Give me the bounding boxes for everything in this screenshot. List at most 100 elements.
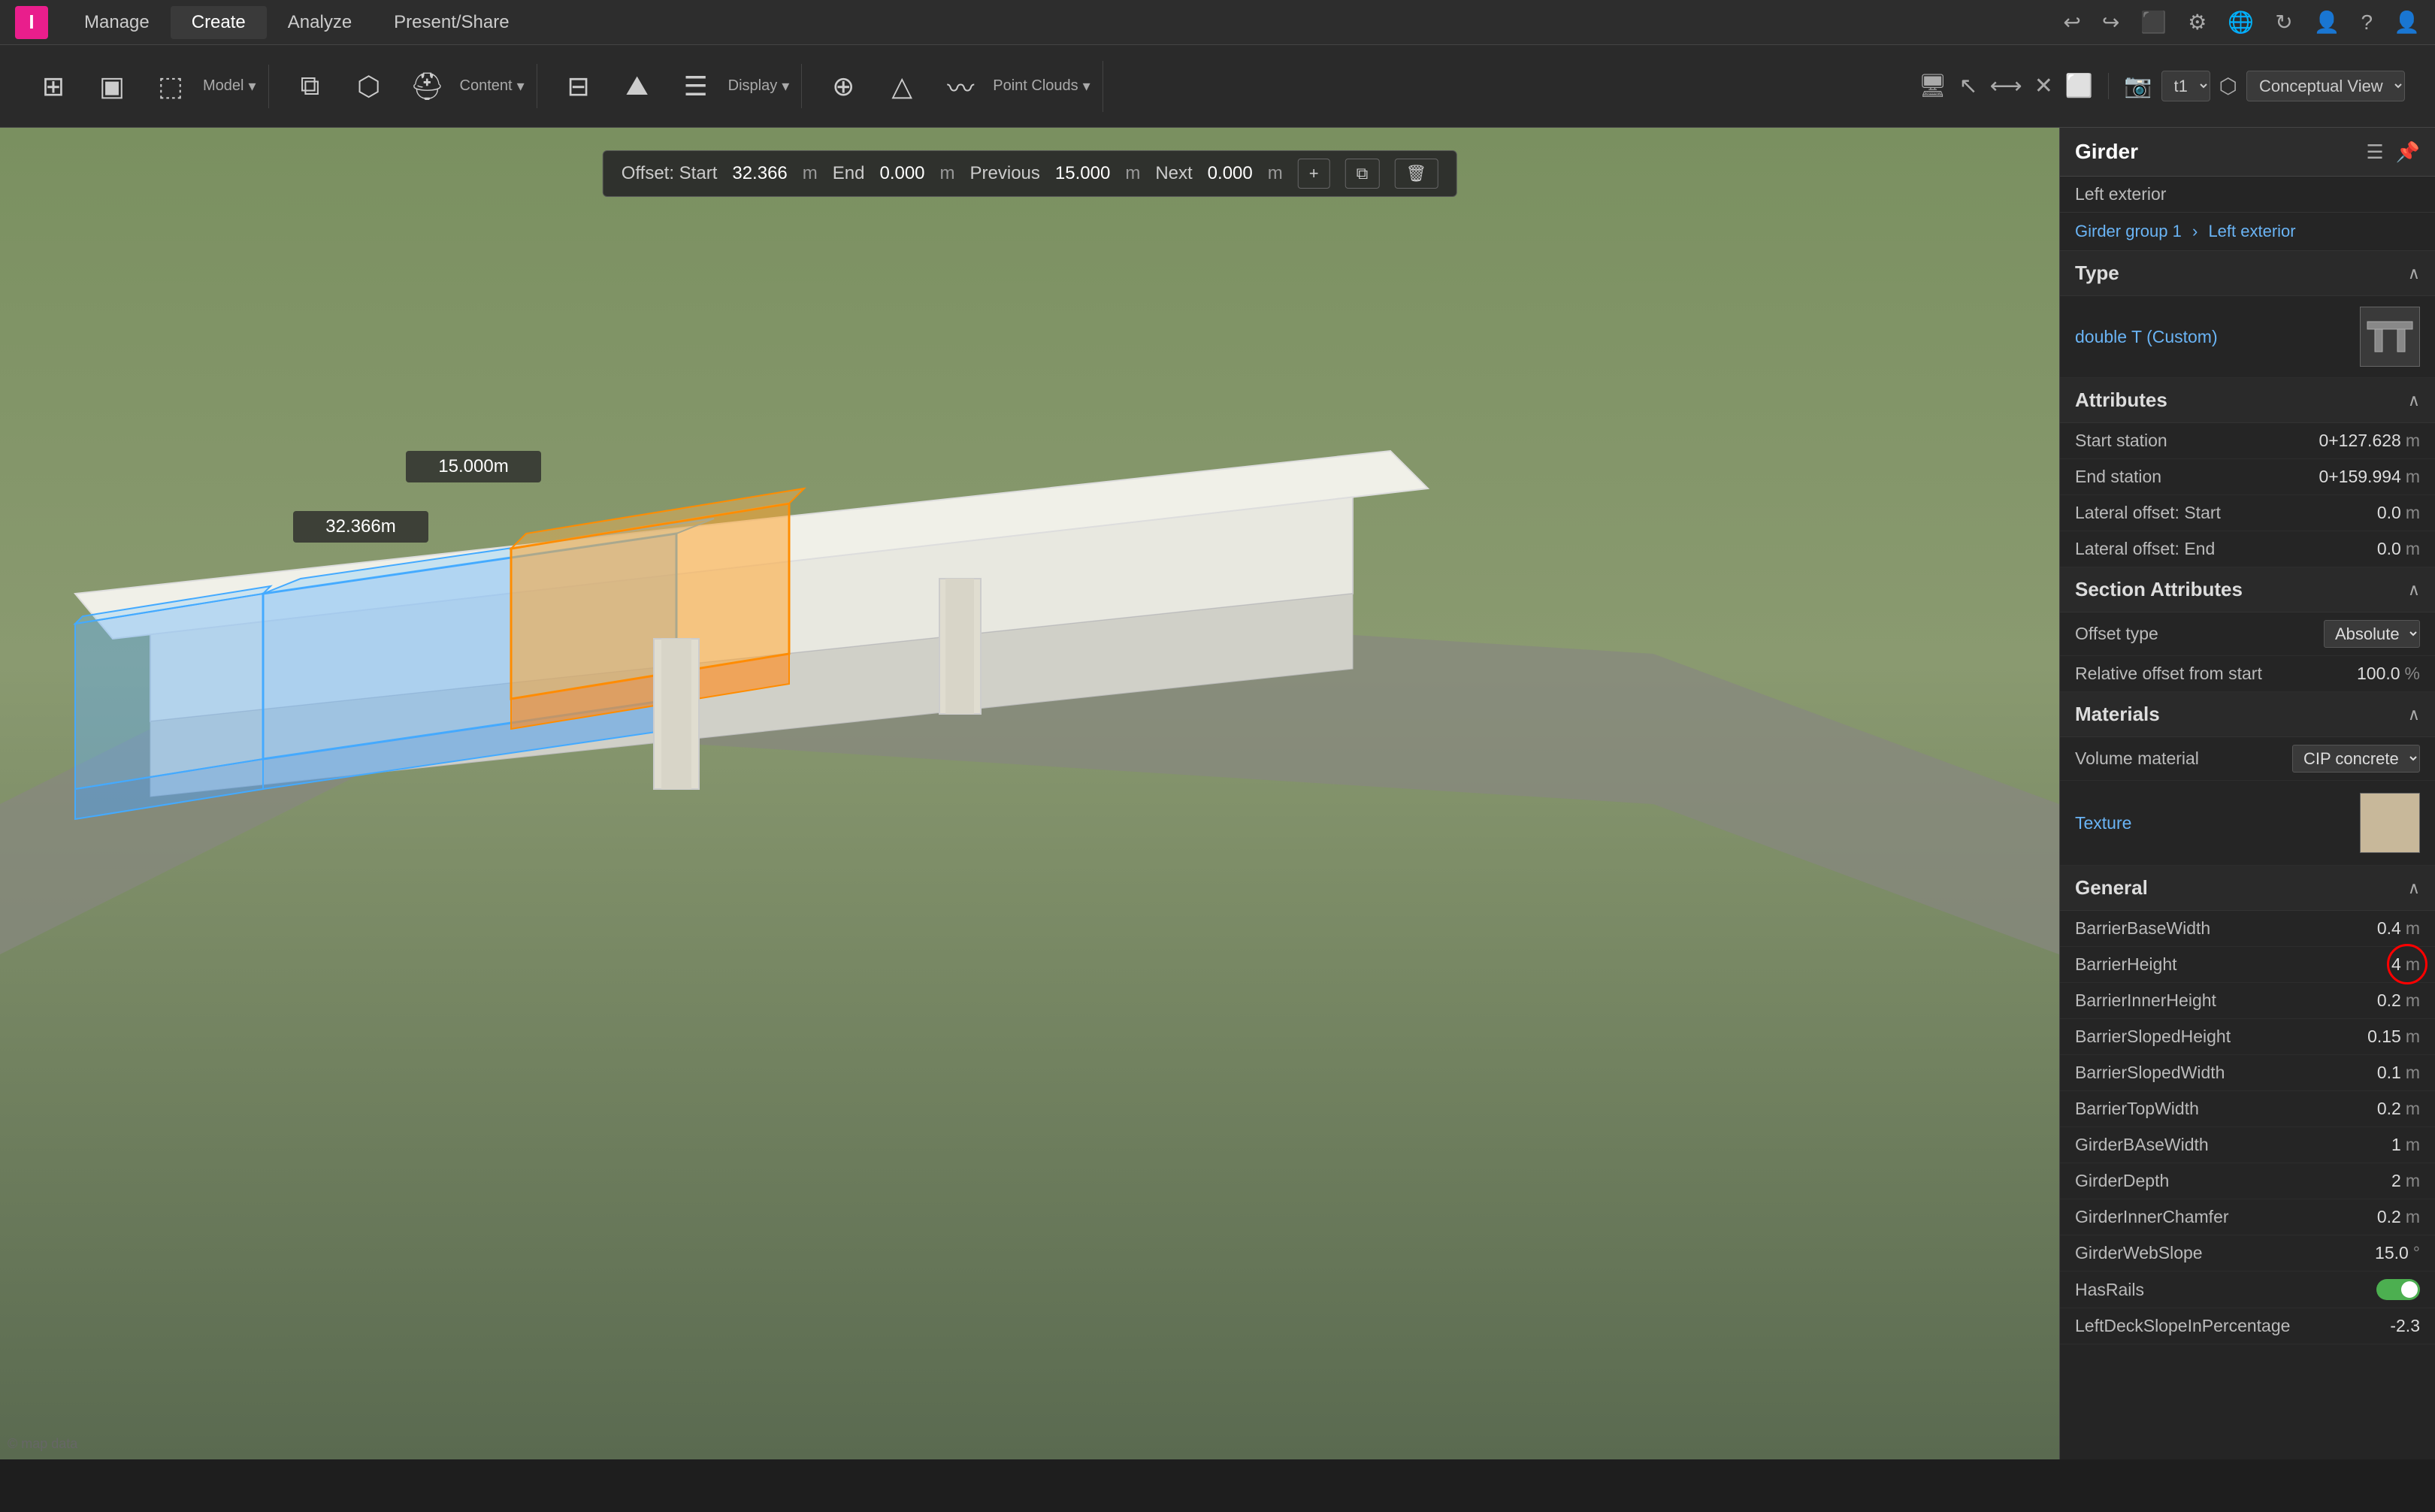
offset-next-value: 0.000 [1208,163,1253,184]
prop-lateral-start-label: Lateral offset: Start [2075,503,2377,523]
menu-create[interactable]: Create [171,6,267,39]
girder-base-width-label: GirderBAseWidth [2075,1135,2391,1155]
offset-prev-unit: m [1125,163,1140,184]
pointclouds-chevron-icon: ▾ [1083,77,1090,95]
toolbar-btn-list[interactable]: ☰ [670,65,722,108]
toolbar-btn-grid[interactable]: ⊞ [27,65,80,108]
main-layout: 15.000m 32.366m Offset: Start 32.366 m E… [0,128,2435,1459]
offset-add-button[interactable]: + [1298,159,1330,189]
camera-icon[interactable]: 📷 [2124,73,2152,99]
section-attributes-header-title: Section Attributes [2075,578,2243,601]
toolbar-group-content: ⧉ ⬡ ⛑ Content ▾ [272,64,537,108]
texture-link[interactable]: Texture [2075,813,2131,833]
settings-icon[interactable]: ⚙ [2188,10,2207,35]
prop-lateral-end-value: 0.0m [2377,539,2420,559]
prop-relative-offset-value: 100.0% [2357,664,2420,684]
prop-start-station-label: Start station [2075,431,2319,451]
redo-icon[interactable]: ↪ [2102,10,2119,35]
type-content: double T (Custom) [2060,296,2435,378]
menu-manage[interactable]: Manage [63,6,171,39]
prop-barrier-base-width: BarrierBaseWidth 0.4m [2060,911,2435,947]
pointclouds-dropdown[interactable]: Point Clouds ▾ [993,77,1090,95]
viewport[interactable]: 15.000m 32.366m Offset: Start 32.366 m E… [0,128,2059,1459]
view-icon: ▣ [99,71,125,102]
pointclouds-label: Point Clouds [993,77,1078,95]
prop-barrier-sloped-width: BarrierSlopedWidth 0.1m [2060,1055,2435,1091]
globe-icon[interactable]: 🌐 [2228,10,2254,35]
section-section-attributes[interactable]: Section Attributes ∧ [2060,567,2435,612]
toolbar-btn-helmet[interactable]: ⛑ [401,65,454,108]
barrier-height-label: BarrierHeight [2075,954,2391,975]
panel-header-icons: ☰ 📌 [2366,141,2420,164]
section-attributes-title: Attributes [2075,389,2167,412]
toolbar-group-model: ⊞ ▣ ⬚ Model ▾ [15,65,269,108]
monitor-icon[interactable]: 🖥 [1918,73,1946,99]
panel-title: Girder [2075,140,2138,164]
perspective-icon: ⬡ [2219,74,2237,98]
section-attributes[interactable]: Attributes ∧ [2060,378,2435,423]
toolbar-btn-layers[interactable]: ⧉ [284,64,337,108]
content-chevron-icon: ▾ [517,77,525,95]
menu-analyze[interactable]: Analyze [267,6,373,39]
type-value[interactable]: double T (Custom) [2075,327,2218,347]
left-deck-slope-label: LeftDeckSlopeInPercentage [2075,1316,2390,1336]
has-rails-toggle[interactable] [2376,1279,2420,1300]
offset-delete-button[interactable]: 🗑 [1394,159,1438,189]
prop-relative-offset: Relative offset from start 100.0% [2060,656,2435,692]
girder-web-slope-label: GirderWebSlope [2075,1243,2375,1263]
toolbar-btn-cursor[interactable]: ⬚ [144,65,197,108]
tools-icon[interactable]: ✕ [2034,73,2053,99]
content-dropdown[interactable]: Content ▾ [460,77,525,95]
pin-icon[interactable]: 📌 [2396,141,2420,164]
prop-start-station: Start station 0+127.628m [2060,423,2435,459]
account-icon[interactable]: 👤 [2394,10,2420,35]
breadcrumb-group[interactable]: Girder group 1 [2075,222,2182,240]
hamburger-icon[interactable]: ☰ [2366,141,2383,164]
help-icon[interactable]: ? [2361,11,2373,35]
offset-copy-button[interactable]: ⧉ [1345,159,1380,189]
view-selector[interactable]: t1 [2161,71,2210,101]
toolbar-btn-view[interactable]: ▣ [86,65,138,108]
measure-icon[interactable]: ⟷ [1990,73,2022,99]
cursor-icon: ⬚ [158,71,183,102]
refresh-icon[interactable]: ↻ [2275,10,2292,35]
girder-base-width-value: 1m [2391,1135,2420,1155]
prop-left-deck-slope: LeftDeckSlopeInPercentage -2.3 [2060,1308,2435,1344]
offset-end-label: End [833,163,865,184]
girder-web-slope-value: 15.0° [2375,1243,2420,1263]
prop-girder-web-slope: GirderWebSlope 15.0° [2060,1235,2435,1272]
section-materials[interactable]: Materials ∧ [2060,692,2435,737]
offset-type-dropdown[interactable]: Absolute [2324,620,2420,648]
section-type[interactable]: Type ∧ [2060,251,2435,296]
helmet-icon: ⛑ [410,71,445,102]
toolbar-btn-brush[interactable]: 〰 [934,61,987,112]
model-dropdown[interactable]: Model ▾ [203,77,256,95]
barrier-height-value[interactable]: 4m [2391,954,2420,975]
frame-icon[interactable]: ⬜ [2065,73,2093,99]
cursor2-icon[interactable]: ↖ [1959,73,1978,99]
prop-lateral-start-value: 0.0m [2377,503,2420,523]
prop-relative-offset-label: Relative offset from start [2075,664,2357,684]
toolbar-btn-display[interactable]: ⊟ [552,65,605,108]
model-label: Model [203,77,244,95]
display-dropdown[interactable]: Display ▾ [728,77,790,95]
toolbar-btn-points2[interactable]: △ [876,65,928,108]
volume-material-dropdown[interactable]: CIP concrete [2292,745,2420,773]
mountain-icon: △ [891,71,912,102]
section-attributes-chevron-icon: ∧ [2408,580,2420,600]
prop-end-station-value: 0+159.994m [2319,467,2420,487]
display-mode-selector[interactable]: Conceptual View [2246,71,2405,101]
toolbar-btn-terrain[interactable]: ⛰ [611,64,664,108]
user-icon[interactable]: 👤 [2314,10,2340,35]
barrier-inner-height-value: 0.2m [2377,990,2420,1011]
toolbar-btn-cube[interactable]: ⬡ [343,65,395,108]
barrier-top-width-value: 0.2m [2377,1099,2420,1119]
undo-icon[interactable]: ↩ [2063,10,2080,35]
toolbar-btn-points1[interactable]: ⊕ [817,65,870,108]
prop-barrier-inner-height: BarrierInnerHeight 0.2m [2060,983,2435,1019]
prop-lateral-offset-end: Lateral offset: End 0.0m [2060,531,2435,567]
prop-start-station-value: 0+127.628m [2319,431,2420,451]
section-general[interactable]: General ∧ [2060,866,2435,911]
view-cube-icon[interactable]: ⬛ [2140,10,2167,35]
menu-present-share[interactable]: Present/Share [373,6,530,39]
